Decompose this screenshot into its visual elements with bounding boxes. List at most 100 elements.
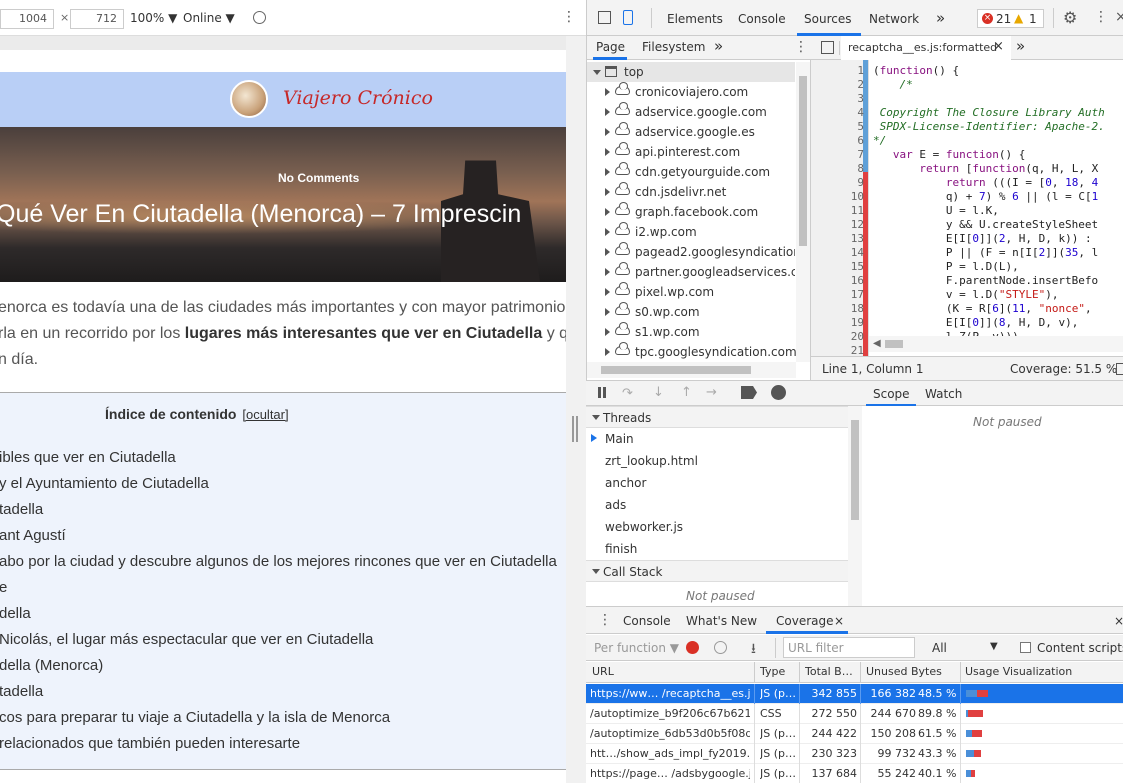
panel-splitter[interactable] [566, 36, 586, 783]
tree-domain[interactable]: cdn.getyourguide.com [587, 162, 795, 182]
thread-item[interactable]: webworker.js [605, 520, 683, 534]
type-filter-select[interactable]: All [932, 641, 947, 655]
toc-item[interactable]: y el Ayuntamiento de Ciutadella [0, 475, 209, 492]
tab-filesystem[interactable]: Filesystem [642, 40, 705, 54]
tree-domain[interactable]: i2.wp.com [587, 222, 795, 242]
editor-hscrollbar[interactable]: ◀ [869, 336, 1123, 352]
tree-domain[interactable]: cronicoviajero.com [587, 82, 795, 102]
navigator-hscrollbar[interactable] [587, 362, 796, 378]
url-filter-input[interactable]: URL filter [783, 637, 915, 658]
toc-item[interactable]: della (Menorca) [0, 657, 103, 674]
tab-page[interactable]: Page [596, 40, 625, 54]
device-width-input[interactable]: 1004 [0, 9, 54, 29]
line-number[interactable]: 19 [851, 316, 864, 329]
device-height-input[interactable]: 712 [70, 9, 124, 29]
thread-item[interactable]: anchor [605, 476, 646, 490]
coverage-row[interactable]: htt…/show_ads_impl_fy2019.js JS (p… 230 32… [586, 744, 1123, 764]
coverage-row[interactable]: /autoptimize_b9f206c67b6213 CSS 272 550 244… [586, 704, 1123, 724]
column-header-total[interactable]: Total B… [805, 665, 861, 678]
comments-link[interactable]: No Comments [278, 171, 359, 185]
tree-root-row[interactable]: top [587, 62, 795, 82]
line-number[interactable]: 20 [851, 330, 864, 343]
line-number[interactable]: 9 [857, 176, 864, 189]
drawer-tab-console[interactable]: Console [623, 614, 671, 628]
pause-on-exceptions-icon[interactable] [771, 385, 786, 400]
navigator-menu-icon[interactable]: ⋮ [794, 39, 808, 55]
step-out-icon[interactable]: ↑ [681, 385, 692, 400]
toc-item[interactable]: ant Agustí [0, 527, 66, 544]
close-file-icon[interactable]: × [993, 39, 1004, 54]
devtools-menu-icon[interactable]: ⋮ [1094, 9, 1108, 25]
record-icon[interactable] [686, 641, 699, 654]
rotate-icon[interactable] [253, 11, 266, 24]
column-header-url[interactable]: URL [592, 665, 752, 678]
tree-domain[interactable]: adservice.google.com [587, 102, 795, 122]
thread-item[interactable]: finish [605, 542, 637, 556]
line-number[interactable]: 7 [857, 148, 864, 161]
column-header-usage[interactable]: Usage Visualization [965, 665, 1123, 678]
column-header-type[interactable]: Type [760, 665, 800, 678]
tree-domain[interactable]: cdn.jsdelivr.net [587, 182, 795, 202]
step-into-icon[interactable]: ↓ [653, 385, 664, 400]
step-icon[interactable]: → [706, 385, 717, 400]
code-area[interactable]: (function() { /* Copyright The Closure L… [869, 60, 1123, 360]
navigator-more-icon[interactable]: » [714, 37, 723, 55]
toc-item[interactable]: della [0, 605, 31, 622]
line-number[interactable]: 18 [851, 302, 864, 315]
line-number[interactable]: 2 [857, 78, 864, 91]
coverage-row[interactable]: https://ww… /recaptcha__es.js JS (p… 342 8… [586, 684, 1123, 704]
line-number[interactable]: 5 [857, 120, 864, 133]
thread-item[interactable]: ads [605, 498, 626, 512]
line-number[interactable]: 12 [851, 218, 864, 231]
navigator-scrollbar[interactable] [796, 62, 810, 362]
toggle-navigator-icon[interactable] [821, 41, 834, 54]
tab-elements[interactable]: Elements [667, 12, 723, 26]
network-throttle-select[interactable]: Online ▼ [183, 11, 235, 25]
drawer-menu-icon[interactable]: ⋮ [598, 612, 612, 628]
deactivate-breakpoints-icon[interactable] [741, 386, 757, 399]
toc-item[interactable]: cos para preparar tu viaje a Ciutadella … [0, 709, 390, 726]
toc-toggle-link[interactable]: [ocultar] [242, 407, 288, 422]
tree-domain[interactable]: s1.wp.com [587, 322, 795, 342]
line-number[interactable]: 1 [857, 64, 864, 77]
tree-domain[interactable]: api.pinterest.com [587, 142, 795, 162]
line-number[interactable]: 10 [851, 190, 864, 203]
toc-item[interactable]: e [0, 579, 7, 596]
line-number[interactable]: 21 [851, 344, 864, 356]
line-number[interactable]: 4 [857, 106, 864, 119]
clear-icon[interactable] [714, 641, 727, 654]
toc-item[interactable]: tadella [0, 683, 43, 700]
inspect-element-icon[interactable] [598, 11, 611, 24]
issues-counter[interactable]: × 21 ▲ 1 [977, 9, 1044, 28]
content-scripts-checkbox[interactable] [1020, 642, 1031, 653]
thread-item[interactable]: Main [605, 432, 634, 446]
tab-network[interactable]: Network [869, 12, 919, 26]
tab-console[interactable]: Console [738, 12, 786, 26]
drawer-tab-coverage[interactable]: Coverage [776, 614, 834, 628]
toc-item[interactable]: relacionados que también pueden interesa… [0, 735, 300, 752]
tree-domain[interactable]: graph.facebook.com [587, 202, 795, 222]
toc-item[interactable]: tadella [0, 501, 43, 518]
coverage-row[interactable]: https://page… /adsbygoogle.js JS (p… 137 6… [586, 764, 1123, 783]
tree-domain[interactable]: partner.googleadservices.com [587, 262, 795, 282]
tab-scope[interactable]: Scope [873, 387, 910, 401]
line-number[interactable]: 17 [851, 288, 864, 301]
tree-domain[interactable]: tpc.googlesyndication.com [587, 342, 797, 362]
more-tabs-icon[interactable]: » [936, 9, 945, 27]
close-devtools-icon[interactable]: × [1115, 9, 1123, 25]
close-drawer-icon[interactable]: × [1114, 614, 1123, 628]
line-number[interactable]: 8 [857, 162, 864, 175]
per-function-select[interactable]: Per function ▼ [594, 641, 679, 655]
tab-sources[interactable]: Sources [804, 12, 851, 26]
drawer-tab-whats-new[interactable]: What's New [686, 614, 757, 628]
line-number[interactable]: 15 [851, 260, 864, 273]
tab-watch[interactable]: Watch [925, 387, 962, 401]
file-tab[interactable]: recaptcha__es.js:formatted × [841, 36, 1011, 60]
editor-more-icon[interactable]: » [1016, 37, 1025, 55]
line-number[interactable]: 13 [851, 232, 864, 245]
coverage-row[interactable]: /autoptimize_6db53d0b5f08d6 JS (p… 244 422… [586, 724, 1123, 744]
site-logo-icon[interactable] [230, 80, 268, 118]
format-icon[interactable] [1116, 363, 1123, 375]
tree-domain[interactable]: pixel.wp.com [587, 282, 795, 302]
site-title[interactable]: Viajero Crónico [283, 87, 433, 109]
